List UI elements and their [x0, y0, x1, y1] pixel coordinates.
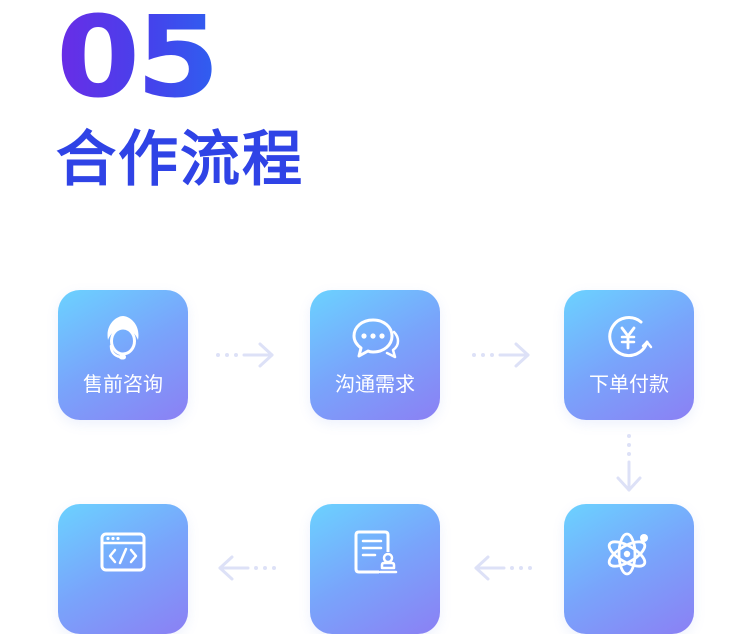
arrow-left-icon [218, 555, 276, 581]
section-title: 合作流程 [56, 125, 304, 195]
step-card-code[interactable] [58, 504, 188, 634]
section-number: 05 [56, 0, 220, 123]
arrow-right-icon [472, 342, 530, 368]
step-label: 沟通需求 [335, 372, 415, 396]
yen-payment-icon [608, 316, 653, 358]
step-label: 下单付款 [589, 372, 669, 396]
arrow-down-icon [616, 434, 642, 492]
step-card-payment[interactable]: 下单付款 [564, 290, 694, 420]
step-label: 售前咨询 [83, 372, 163, 396]
step-card-consult[interactable]: 售前咨询 [58, 290, 188, 420]
document-seal-icon [354, 530, 398, 574]
arrow-left-icon [474, 555, 532, 581]
step-card-requirements[interactable]: 沟通需求 [310, 290, 440, 420]
chat-bubbles-icon [352, 318, 400, 359]
arrow-right-icon [216, 342, 274, 368]
step-card-develop[interactable] [564, 504, 694, 634]
consultant-icon [107, 316, 139, 360]
step-card-contract[interactable] [310, 504, 440, 634]
atom-icon [607, 532, 648, 576]
code-window-icon [100, 532, 146, 572]
